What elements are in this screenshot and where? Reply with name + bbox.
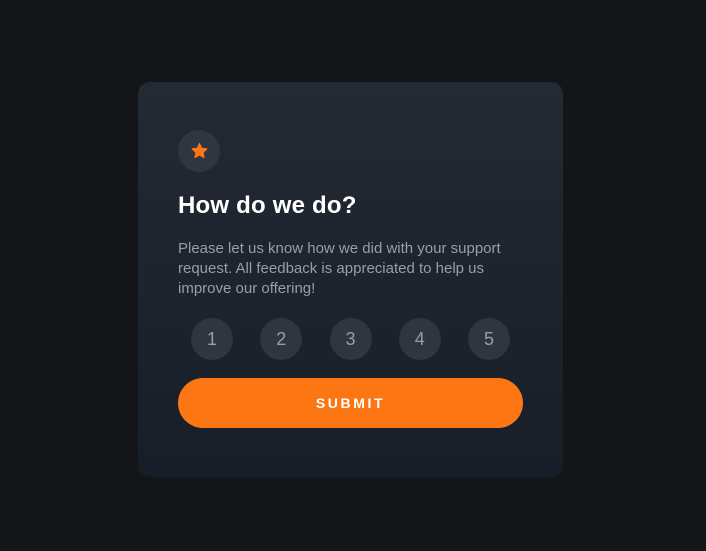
rating-options: 1 2 3 4 5 xyxy=(191,318,510,360)
star-badge xyxy=(178,130,220,172)
rating-option-2[interactable]: 2 xyxy=(260,318,303,360)
card-description: Please let us know how we did with your … xyxy=(178,240,501,297)
rating-card: How do we do? Please let us know how we … xyxy=(138,82,563,477)
rating-option-5[interactable]: 5 xyxy=(468,318,510,360)
submit-button[interactable]: SUBMIT xyxy=(178,378,523,428)
rating-option-3[interactable]: 3 xyxy=(329,318,372,360)
rating-option-4[interactable]: 4 xyxy=(398,318,441,360)
card-title: How do we do? xyxy=(178,192,357,219)
star-icon xyxy=(191,143,207,159)
rating-option-1[interactable]: 1 xyxy=(191,318,233,360)
